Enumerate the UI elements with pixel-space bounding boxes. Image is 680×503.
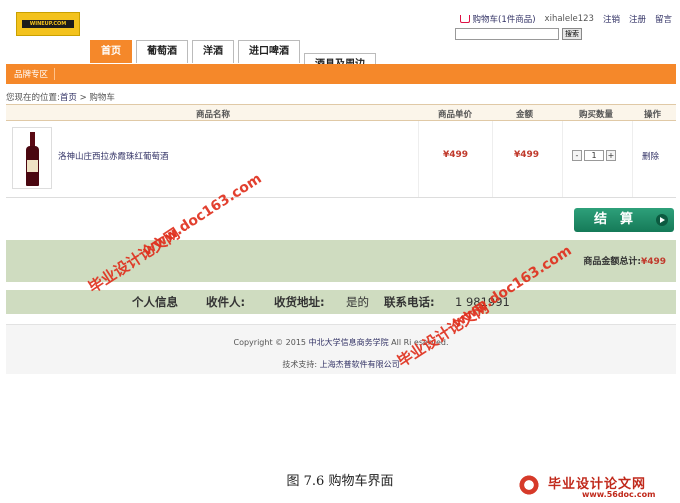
increase-button[interactable]: + — [606, 150, 616, 161]
checkout-label: 结 算 — [594, 212, 634, 227]
copyright-prefix: Copyright © 2015 — [233, 338, 307, 347]
seal-icon — [518, 474, 540, 496]
address-label: 收货地址: — [274, 295, 325, 309]
brand-zone-link[interactable]: 品牌专区 — [14, 68, 56, 80]
cart-table-header: 商品名称 商品单价 金额 购买数量 操作 — [6, 104, 676, 121]
phone-label: 联系电话: — [384, 295, 435, 309]
total-label: 商品金额总计: — [583, 257, 641, 267]
col-unit-price: 商品单价 — [438, 110, 473, 120]
tab-home[interactable]: 首页 — [90, 40, 132, 63]
col-quantity: 购买数量 — [579, 110, 614, 120]
support-prefix: 技术支持: — [282, 360, 318, 369]
brand-watermark: 毕业设计论文网 www.56doc.com — [512, 472, 677, 500]
footer: Copyright © 2015 中北大学信息商务学院 All Ri eserv… — [6, 324, 676, 374]
brand-watermark-url: www.56doc.com — [582, 490, 656, 499]
logout-link[interactable]: 注销 — [603, 13, 620, 25]
message-link[interactable]: 留言 — [655, 13, 672, 25]
delete-link[interactable]: 删除 — [642, 150, 659, 162]
username: xihalele123 — [544, 14, 594, 24]
column-divider — [418, 121, 419, 197]
checkout-button[interactable]: 结 算 — [574, 208, 674, 232]
breadcrumb: 您现在的位置:首页 > 购物车 — [6, 91, 115, 103]
register-link[interactable]: 注册 — [629, 13, 646, 25]
personal-info-bar: 个人信息 收件人: 收货地址: 是的 联系电话: 1 981991 — [6, 290, 676, 314]
breadcrumb-separator: > — [79, 93, 87, 103]
column-divider — [632, 121, 633, 197]
quantity-input[interactable]: 1 — [584, 150, 604, 161]
recipient-label: 收件人: — [206, 295, 246, 309]
total-value: ¥499 — [640, 257, 666, 267]
quantity-stepper: - 1 + — [572, 150, 616, 161]
breadcrumb-home[interactable]: 首页 — [60, 93, 77, 103]
personal-info-title: 个人信息 — [132, 295, 178, 309]
arrow-right-icon — [656, 214, 668, 226]
col-product-name: 商品名称 — [196, 110, 231, 120]
top-links: 购物车(1件商品) xihalele123 注销 注册 留言 — [459, 13, 672, 25]
breadcrumb-prefix: 您现在的位置: — [6, 93, 60, 103]
address-value: 是的 — [346, 295, 369, 309]
col-amount: 金额 — [516, 110, 534, 120]
search-bar: 搜索 — [455, 28, 582, 40]
copyright-line: Copyright © 2015 中北大学信息商务学院 All Ri eserv… — [6, 337, 676, 348]
cart-table: 商品名称 商品单价 金额 购买数量 操作 洛神山庄西拉赤霞珠红葡萄酒 ¥499 … — [6, 104, 676, 198]
breadcrumb-current: 购物车 — [89, 93, 115, 103]
support-line: 技术支持: 上海杰普软件有限公司 — [6, 359, 676, 370]
wine-bottle-image — [26, 132, 39, 186]
column-divider — [492, 121, 493, 197]
main-nav: 首页 葡萄酒 洋酒 进口啤酒 酒具及周边 — [90, 32, 376, 74]
sub-nav-bar: 品牌专区 — [6, 64, 676, 84]
site-logo[interactable]: WINEUP.COM — [16, 12, 80, 36]
unit-price: ¥499 — [443, 150, 469, 160]
support-company-link[interactable]: 上海杰普软件有限公司 — [320, 360, 400, 369]
tab-imported-beer[interactable]: 进口啤酒 — [238, 40, 300, 63]
tab-spirits[interactable]: 洋酒 — [192, 40, 234, 63]
logo-text: WINEUP.COM — [22, 20, 74, 28]
school-link[interactable]: 中北大学信息商务学院 — [309, 338, 389, 347]
product-name-link[interactable]: 洛神山庄西拉赤霞珠红葡萄酒 — [58, 150, 169, 162]
total-amount: 商品金额总计:¥499 — [583, 254, 666, 267]
amount: ¥499 — [514, 150, 540, 160]
decrease-button[interactable]: - — [572, 150, 582, 161]
search-input[interactable] — [455, 28, 559, 40]
col-action: 操作 — [644, 110, 662, 120]
cart-link-label[interactable]: 购物车(1件商品) — [473, 13, 536, 25]
search-button[interactable]: 搜索 — [562, 28, 582, 40]
cart-link[interactable]: 购物车(1件商品) — [459, 13, 536, 25]
table-row: 洛神山庄西拉赤霞珠红葡萄酒 ¥499 ¥499 - 1 + 删除 — [6, 121, 676, 198]
product-thumbnail[interactable] — [12, 127, 52, 189]
column-divider — [562, 121, 563, 197]
cart-icon — [459, 15, 470, 23]
tab-wine[interactable]: 葡萄酒 — [136, 40, 188, 63]
